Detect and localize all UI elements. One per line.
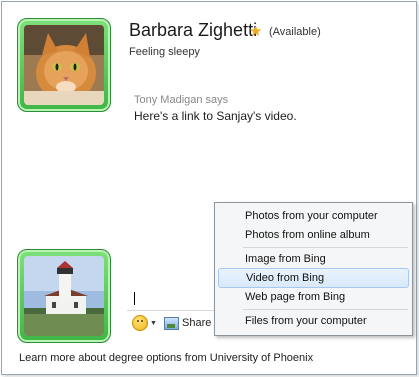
menu-item-photos-computer[interactable]: Photos from your computer bbox=[218, 206, 409, 226]
smiley-icon bbox=[132, 315, 148, 331]
menu-item-webpage-bing[interactable]: Web page from Bing bbox=[218, 287, 409, 307]
chevron-down-icon: ▼ bbox=[150, 319, 157, 327]
menu-item-photos-album[interactable]: Photos from online album bbox=[218, 225, 409, 245]
menu-item-video-bing[interactable]: Video from Bing bbox=[218, 268, 409, 288]
compose-divider bbox=[127, 310, 223, 311]
personal-message: Feeling sleepy bbox=[129, 46, 200, 58]
share-button[interactable]: Share ▼ bbox=[164, 314, 221, 332]
footer-ad-text[interactable]: Learn more about degree options from Uni… bbox=[19, 352, 313, 364]
message-text: Here's a link to Sanjay's video. bbox=[134, 109, 297, 123]
emoticon-button[interactable]: ▼ bbox=[132, 314, 157, 332]
menu-separator bbox=[243, 309, 408, 310]
menu-separator bbox=[243, 247, 408, 248]
contact-name: Barbara Zighetti bbox=[129, 20, 258, 40]
contact-avatar[interactable] bbox=[17, 18, 111, 112]
contact-picture bbox=[24, 25, 104, 105]
message-input[interactable] bbox=[127, 285, 223, 311]
contact-status: (Available) bbox=[269, 26, 321, 38]
menu-item-files-computer[interactable]: Files from your computer bbox=[218, 311, 409, 331]
user-avatar[interactable] bbox=[17, 249, 111, 343]
message-sender: Tony Madigan says bbox=[134, 94, 229, 106]
share-menu: Photos from your computer Photos from on… bbox=[214, 202, 413, 336]
share-button-label: Share bbox=[182, 317, 212, 329]
picture-icon bbox=[164, 316, 179, 330]
star-icon[interactable]: ★ bbox=[249, 22, 262, 40]
text-caret bbox=[134, 292, 135, 305]
user-picture bbox=[24, 256, 104, 336]
menu-item-image-bing[interactable]: Image from Bing bbox=[218, 249, 409, 269]
